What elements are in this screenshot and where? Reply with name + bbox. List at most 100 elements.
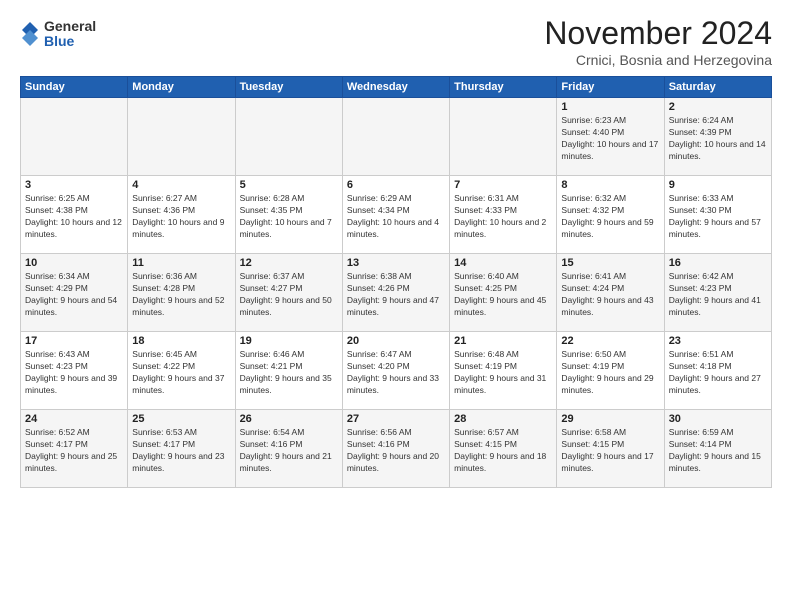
calendar-row-3: 17 Sunrise: 6:43 AM Sunset: 4:23 PM Dayli…	[21, 332, 772, 410]
day-number: 26	[240, 413, 338, 425]
day-number: 3	[25, 179, 123, 191]
calendar-cell: 12 Sunrise: 6:37 AM Sunset: 4:27 PM Dayli…	[235, 254, 342, 332]
calendar-cell: 16Sunrise: 6:42 AM Sunset: 4:23 PM Dayli…	[664, 254, 771, 332]
calendar-cell: 13 Sunrise: 6:38 AM Sunset: 4:26 PM Dayli…	[342, 254, 449, 332]
day-info: Sunrise: 6:48 AM Sunset: 4:19 PM Dayligh…	[454, 349, 552, 397]
calendar-cell	[342, 98, 449, 176]
calendar-cell: 6 Sunrise: 6:29 AM Sunset: 4:34 PM Daylig…	[342, 176, 449, 254]
day-info: Sunrise: 6:24 AM Sunset: 4:39 PM Dayligh…	[669, 115, 767, 163]
calendar-row-2: 10 Sunrise: 6:34 AM Sunset: 4:29 PM Dayli…	[21, 254, 772, 332]
day-info: Sunrise: 6:51 AM Sunset: 4:18 PM Dayligh…	[669, 349, 767, 397]
day-info: Sunrise: 6:33 AM Sunset: 4:30 PM Dayligh…	[669, 193, 767, 241]
day-number: 23	[669, 335, 767, 347]
calendar-cell: 29 Sunrise: 6:58 AM Sunset: 4:15 PM Dayli…	[557, 410, 664, 488]
logo: General Blue	[20, 19, 96, 50]
calendar-cell: 17 Sunrise: 6:43 AM Sunset: 4:23 PM Dayli…	[21, 332, 128, 410]
day-info: Sunrise: 6:37 AM Sunset: 4:27 PM Dayligh…	[240, 271, 338, 319]
calendar-cell: 9 Sunrise: 6:33 AM Sunset: 4:30 PM Daylig…	[664, 176, 771, 254]
day-info: Sunrise: 6:38 AM Sunset: 4:26 PM Dayligh…	[347, 271, 445, 319]
day-info: Sunrise: 6:46 AM Sunset: 4:21 PM Dayligh…	[240, 349, 338, 397]
header-friday: Friday	[557, 77, 664, 98]
day-number: 20	[347, 335, 445, 347]
day-number: 21	[454, 335, 552, 347]
day-number: 10	[25, 257, 123, 269]
day-info: Sunrise: 6:43 AM Sunset: 4:23 PM Dayligh…	[25, 349, 123, 397]
calendar-cell	[235, 98, 342, 176]
day-info: Sunrise: 6:45 AM Sunset: 4:22 PM Dayligh…	[132, 349, 230, 397]
calendar-cell: 18 Sunrise: 6:45 AM Sunset: 4:22 PM Dayli…	[128, 332, 235, 410]
calendar-row-1: 3 Sunrise: 6:25 AM Sunset: 4:38 PM Daylig…	[21, 176, 772, 254]
day-info: Sunrise: 6:34 AM Sunset: 4:29 PM Dayligh…	[25, 271, 123, 319]
calendar-cell: 25 Sunrise: 6:53 AM Sunset: 4:17 PM Dayli…	[128, 410, 235, 488]
calendar-cell: 10 Sunrise: 6:34 AM Sunset: 4:29 PM Dayli…	[21, 254, 128, 332]
calendar-cell: 5 Sunrise: 6:28 AM Sunset: 4:35 PM Daylig…	[235, 176, 342, 254]
calendar-cell: 3 Sunrise: 6:25 AM Sunset: 4:38 PM Daylig…	[21, 176, 128, 254]
day-number: 4	[132, 179, 230, 191]
day-info: Sunrise: 6:50 AM Sunset: 4:19 PM Dayligh…	[561, 349, 659, 397]
calendar-cell: 15Sunrise: 6:41 AM Sunset: 4:24 PM Dayli…	[557, 254, 664, 332]
day-number: 15	[561, 257, 659, 269]
header-tuesday: Tuesday	[235, 77, 342, 98]
header-saturday: Saturday	[664, 77, 771, 98]
calendar-cell: 11 Sunrise: 6:36 AM Sunset: 4:28 PM Dayli…	[128, 254, 235, 332]
page-header: General Blue November 2024 Crnici, Bosni…	[20, 15, 772, 68]
day-number: 19	[240, 335, 338, 347]
calendar-cell	[128, 98, 235, 176]
location-text: Crnici, Bosnia and Herzegovina	[544, 52, 772, 68]
day-number: 9	[669, 179, 767, 191]
day-number: 8	[561, 179, 659, 191]
calendar-table: Sunday Monday Tuesday Wednesday Thursday…	[20, 76, 772, 488]
day-number: 13	[347, 257, 445, 269]
logo-icon	[20, 20, 40, 48]
day-info: Sunrise: 6:56 AM Sunset: 4:16 PM Dayligh…	[347, 427, 445, 475]
day-info: Sunrise: 6:40 AM Sunset: 4:25 PM Dayligh…	[454, 271, 552, 319]
calendar-cell: 7 Sunrise: 6:31 AM Sunset: 4:33 PM Daylig…	[450, 176, 557, 254]
day-number: 17	[25, 335, 123, 347]
day-info: Sunrise: 6:25 AM Sunset: 4:38 PM Dayligh…	[25, 193, 123, 241]
day-number: 5	[240, 179, 338, 191]
calendar-cell: 14Sunrise: 6:40 AM Sunset: 4:25 PM Dayli…	[450, 254, 557, 332]
calendar-row-0: 1 Sunrise: 6:23 AM Sunset: 4:40 PM Daylig…	[21, 98, 772, 176]
day-number: 12	[240, 257, 338, 269]
day-info: Sunrise: 6:28 AM Sunset: 4:35 PM Dayligh…	[240, 193, 338, 241]
day-info: Sunrise: 6:57 AM Sunset: 4:15 PM Dayligh…	[454, 427, 552, 475]
header-sunday: Sunday	[21, 77, 128, 98]
calendar-row-4: 24 Sunrise: 6:52 AM Sunset: 4:17 PM Dayli…	[21, 410, 772, 488]
day-info: Sunrise: 6:53 AM Sunset: 4:17 PM Dayligh…	[132, 427, 230, 475]
calendar-cell: 2 Sunrise: 6:24 AM Sunset: 4:39 PM Daylig…	[664, 98, 771, 176]
day-number: 24	[25, 413, 123, 425]
day-info: Sunrise: 6:59 AM Sunset: 4:14 PM Dayligh…	[669, 427, 767, 475]
day-number: 6	[347, 179, 445, 191]
day-info: Sunrise: 6:27 AM Sunset: 4:36 PM Dayligh…	[132, 193, 230, 241]
day-info: Sunrise: 6:36 AM Sunset: 4:28 PM Dayligh…	[132, 271, 230, 319]
day-number: 2	[669, 101, 767, 113]
day-info: Sunrise: 6:32 AM Sunset: 4:32 PM Dayligh…	[561, 193, 659, 241]
calendar-cell	[450, 98, 557, 176]
day-info: Sunrise: 6:23 AM Sunset: 4:40 PM Dayligh…	[561, 115, 659, 163]
day-info: Sunrise: 6:52 AM Sunset: 4:17 PM Dayligh…	[25, 427, 123, 475]
calendar-cell: 1 Sunrise: 6:23 AM Sunset: 4:40 PM Daylig…	[557, 98, 664, 176]
day-info: Sunrise: 6:58 AM Sunset: 4:15 PM Dayligh…	[561, 427, 659, 475]
day-number: 7	[454, 179, 552, 191]
day-number: 27	[347, 413, 445, 425]
calendar-cell	[21, 98, 128, 176]
header-monday: Monday	[128, 77, 235, 98]
day-info: Sunrise: 6:54 AM Sunset: 4:16 PM Dayligh…	[240, 427, 338, 475]
calendar-cell: 22Sunrise: 6:50 AM Sunset: 4:19 PM Dayli…	[557, 332, 664, 410]
day-info: Sunrise: 6:29 AM Sunset: 4:34 PM Dayligh…	[347, 193, 445, 241]
calendar-cell: 30Sunrise: 6:59 AM Sunset: 4:14 PM Dayli…	[664, 410, 771, 488]
month-title: November 2024	[544, 15, 772, 52]
calendar-page: General Blue November 2024 Crnici, Bosni…	[0, 0, 792, 612]
header-wednesday: Wednesday	[342, 77, 449, 98]
calendar-cell: 8 Sunrise: 6:32 AM Sunset: 4:32 PM Daylig…	[557, 176, 664, 254]
day-number: 11	[132, 257, 230, 269]
day-number: 25	[132, 413, 230, 425]
calendar-cell: 26 Sunrise: 6:54 AM Sunset: 4:16 PM Dayli…	[235, 410, 342, 488]
day-number: 29	[561, 413, 659, 425]
day-info: Sunrise: 6:31 AM Sunset: 4:33 PM Dayligh…	[454, 193, 552, 241]
day-number: 18	[132, 335, 230, 347]
calendar-cell: 23 Sunrise: 6:51 AM Sunset: 4:18 PM Dayli…	[664, 332, 771, 410]
calendar-cell: 4 Sunrise: 6:27 AM Sunset: 4:36 PM Daylig…	[128, 176, 235, 254]
logo-blue-text: Blue	[44, 34, 96, 49]
day-number: 1	[561, 101, 659, 113]
